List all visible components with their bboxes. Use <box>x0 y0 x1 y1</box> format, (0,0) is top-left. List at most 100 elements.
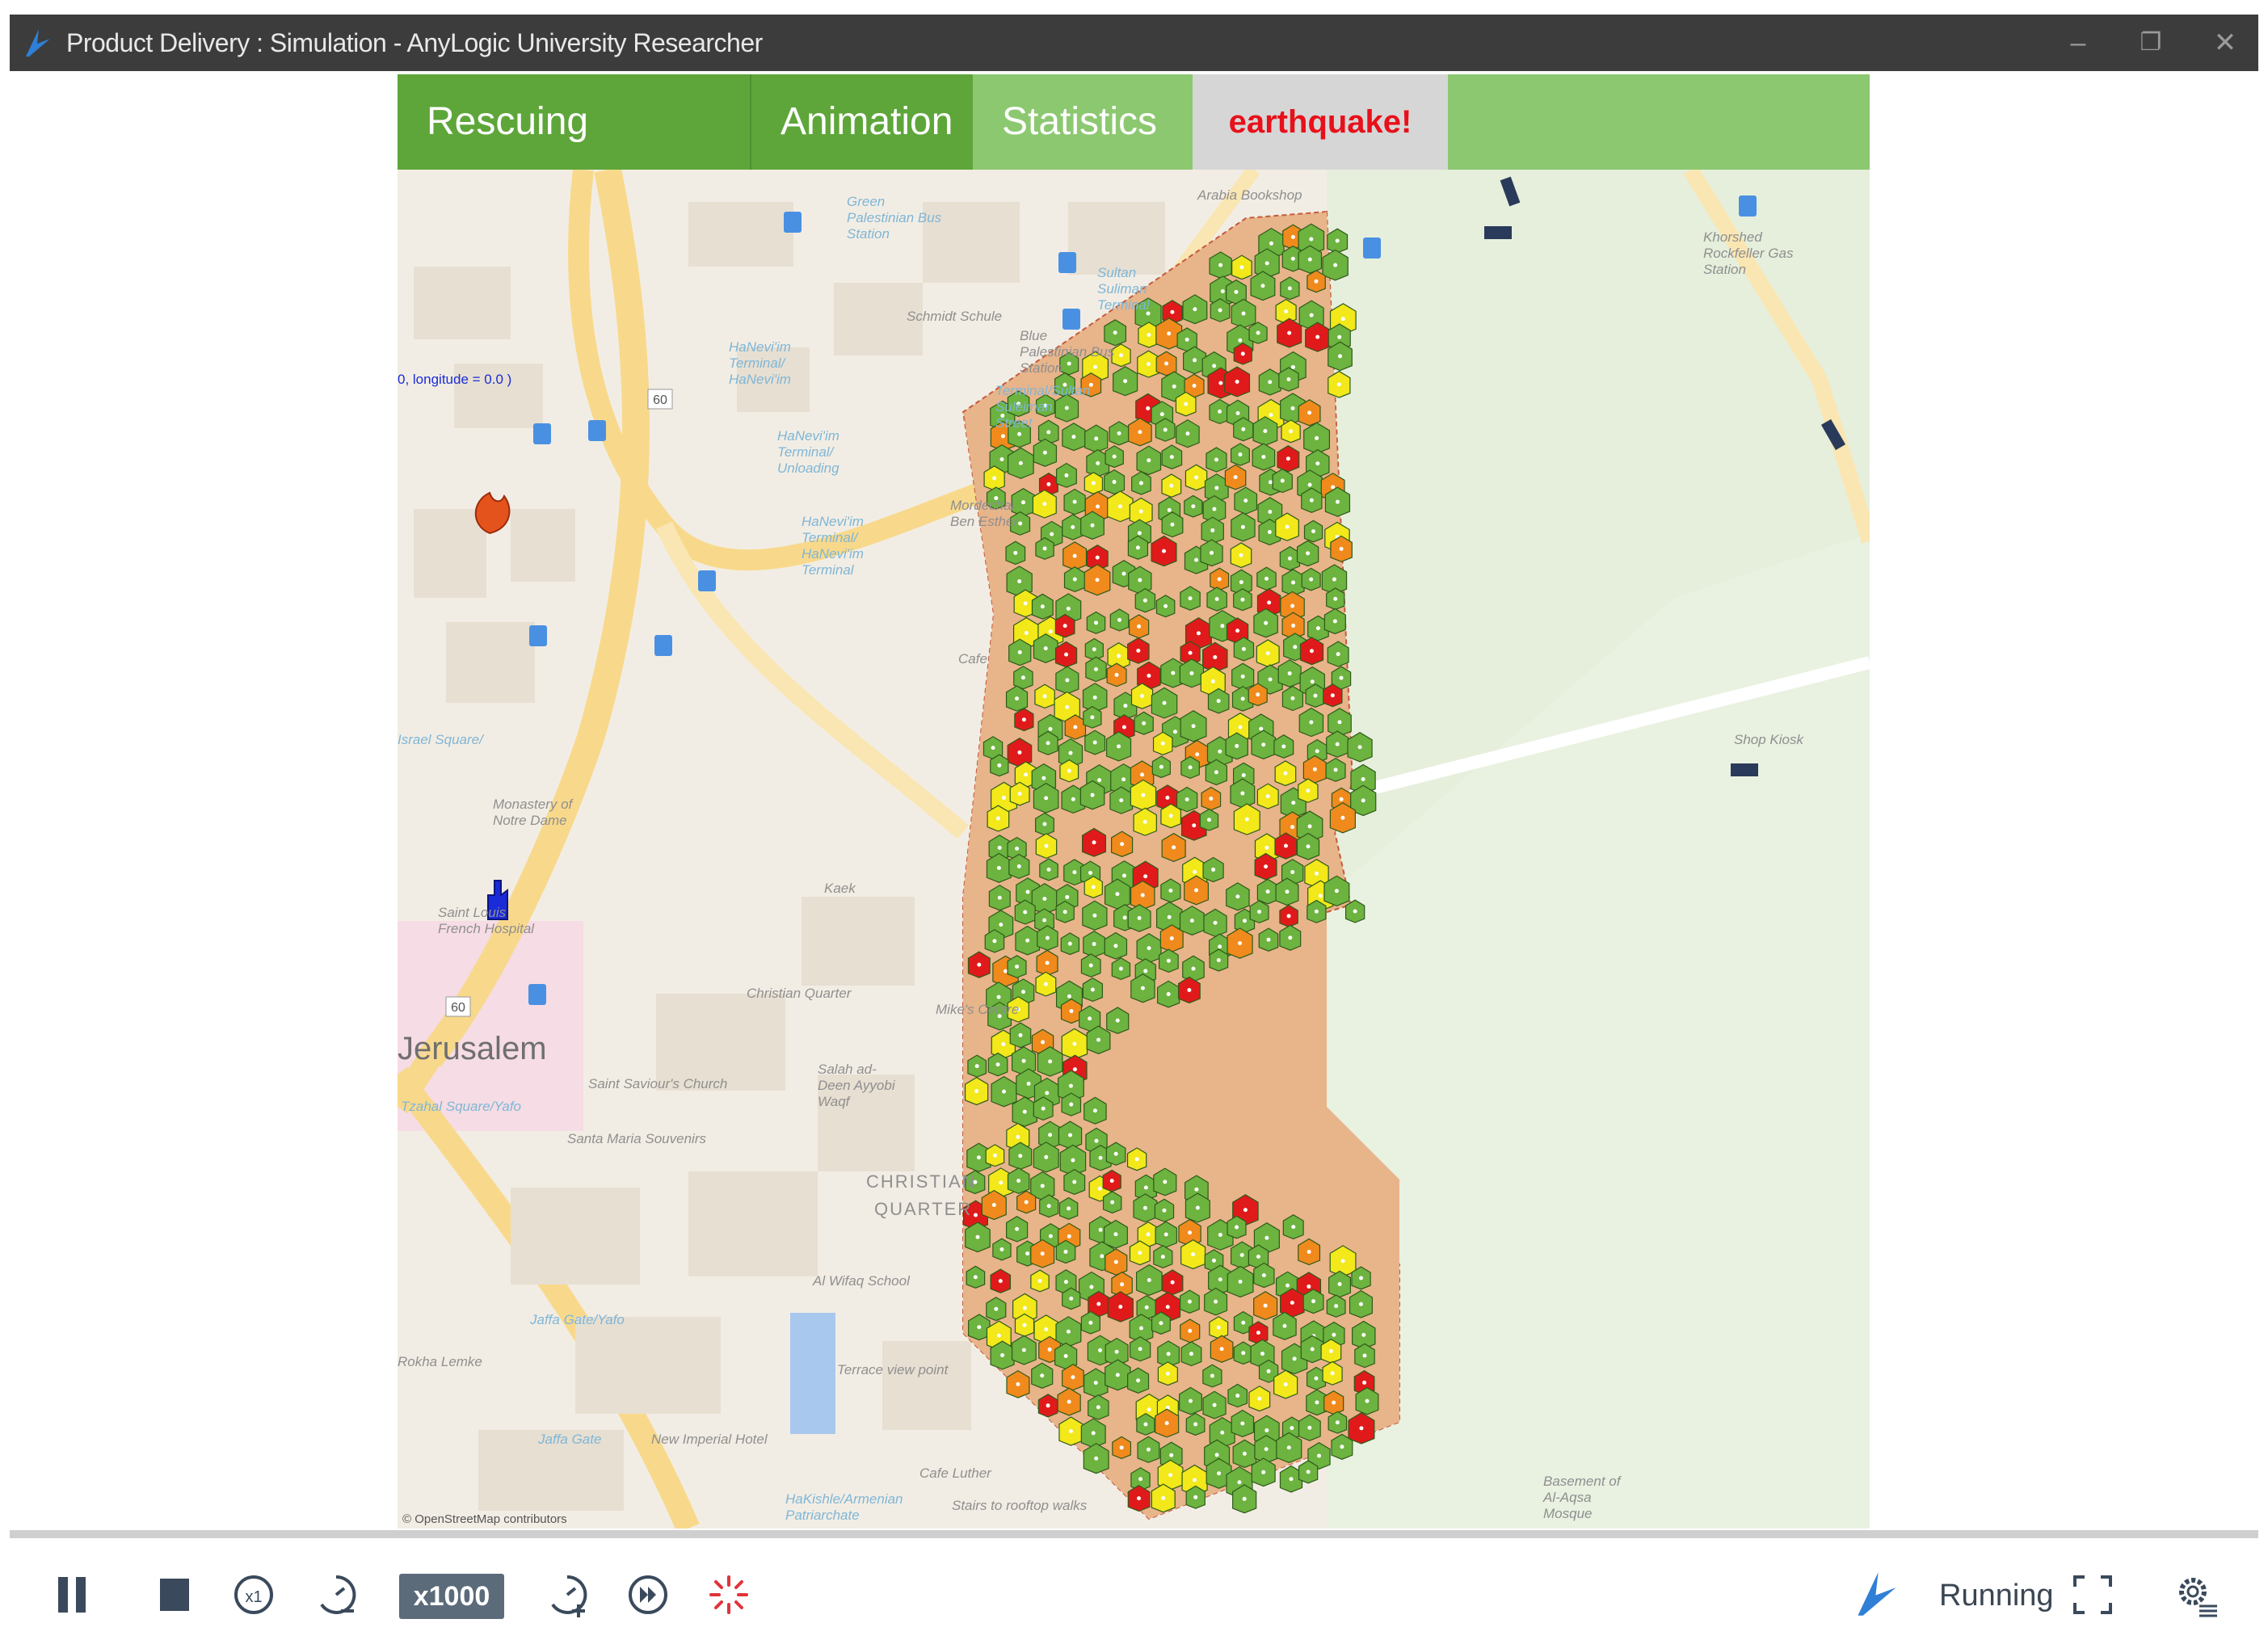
building-occupant-dot <box>1210 1373 1214 1378</box>
building-occupant-dot <box>1268 510 1273 515</box>
building-occupant-dot <box>1191 1252 1196 1257</box>
building-occupant-dot <box>1281 744 1286 749</box>
map-view[interactable]: 60 60 0, longitude = 0.0 ) Jerusalem CHR… <box>398 170 1870 1529</box>
run-fastest-icon[interactable] <box>624 1571 672 1619</box>
tab-statistics[interactable]: Statistics <box>973 74 1196 170</box>
building-occupant-dot <box>1041 1106 1046 1111</box>
building-occupant-dot <box>1048 1059 1053 1064</box>
building-occupant-dot <box>1285 524 1290 529</box>
stop-icon[interactable] <box>150 1571 199 1619</box>
speed-up-icon[interactable] <box>543 1571 591 1619</box>
building-occupant-dot <box>1090 715 1095 720</box>
building-occupant-dot <box>1169 483 1174 488</box>
place-label: HaNevi'im Terminal/ HaNevi'im Terminal <box>802 514 864 578</box>
building-occupant-dot <box>1362 1380 1367 1385</box>
building-occupant-dot <box>1188 1230 1193 1235</box>
tab-animation[interactable]: Animation <box>750 74 973 170</box>
building-occupant-dot <box>1048 1234 1053 1238</box>
building-occupant-dot <box>1235 1225 1239 1230</box>
building-occupant-dot <box>1260 1352 1264 1356</box>
building-occupant-dot <box>1311 1299 1316 1304</box>
building-occupant-dot <box>1313 693 1318 698</box>
building-occupant-dot <box>1117 431 1121 435</box>
realtime-scale-icon[interactable]: x1 <box>229 1571 278 1619</box>
building-occupant-dot <box>1188 1398 1193 1403</box>
building-occupant-dot <box>1064 473 1069 477</box>
building-occupant-dot <box>1240 597 1245 602</box>
speed-indicator[interactable]: x1000 <box>399 1574 504 1619</box>
building-occupant-dot <box>999 1247 1004 1252</box>
building-occupant-dot <box>1120 842 1125 847</box>
place-label: Shop Kiosk <box>1734 732 1803 747</box>
fullscreen-icon[interactable] <box>2068 1571 2117 1619</box>
coordinate-readout: 0, longitude = 0.0 ) <box>398 372 512 387</box>
building-occupant-dot <box>1218 1277 1222 1282</box>
building-occupant-dot <box>1189 918 1194 923</box>
building-occupant-dot <box>1068 1429 1073 1434</box>
building-occupant-dot <box>1137 531 1142 536</box>
building-occupant-dot <box>1117 617 1122 622</box>
building-occupant-dot <box>1240 1421 1245 1426</box>
building-occupant-dot <box>1241 772 1246 777</box>
building-occupant-dot <box>1261 1470 1266 1474</box>
building-occupant-dot <box>1118 1304 1123 1309</box>
building-occupant-dot <box>1168 814 1173 818</box>
building-occupant-dot <box>1213 655 1218 660</box>
building-occupant-dot <box>1071 525 1075 530</box>
simulation-controls: x1 x1000 Running <box>0 1538 2268 1640</box>
building-occupant-dot <box>1333 596 1338 601</box>
building-occupant-dot <box>1170 1280 1175 1285</box>
building-occupant-dot <box>1269 412 1273 417</box>
building-occupant-dot <box>1090 793 1095 797</box>
building-occupant-dot <box>1042 502 1047 507</box>
building-occupant-dot <box>1193 307 1197 312</box>
building-occupant-dot <box>1138 1477 1143 1482</box>
building-occupant-dot <box>975 1234 980 1239</box>
building-occupant-dot <box>1093 1381 1098 1386</box>
building-occupant-dot <box>1311 529 1316 534</box>
building-occupant-dot <box>1359 1426 1364 1431</box>
building-occupant-dot <box>1243 1208 1248 1213</box>
building-occupant-dot <box>1336 382 1341 387</box>
building-occupant-dot <box>1138 430 1142 435</box>
place-label: Cafe <box>958 651 987 667</box>
building-occupant-dot <box>1314 279 1319 284</box>
simulation-frame: Rescuing Animation Statistics earthquake… <box>398 74 1870 1529</box>
building-occupant-dot <box>1184 402 1189 406</box>
building-occupant-dot <box>992 939 997 944</box>
building-occupant-dot <box>1000 434 1005 439</box>
building-occupant-dot <box>1265 889 1270 894</box>
building-occupant-dot <box>1217 1471 1222 1476</box>
building-occupant-dot <box>1147 1277 1151 1282</box>
building-occupant-dot <box>1192 384 1197 389</box>
svg-text:x1: x1 <box>245 1588 262 1606</box>
building-occupant-dot <box>1169 1453 1174 1457</box>
building-occupant-dot <box>1359 1276 1364 1280</box>
map-attribution: © OpenStreetMap contributors <box>402 1512 567 1526</box>
building-occupant-dot <box>1136 648 1141 653</box>
place-label: Kaek <box>824 881 856 896</box>
building-occupant-dot <box>1315 435 1319 440</box>
building-occupant-dot <box>1138 481 1143 486</box>
settings-gear-icon[interactable] <box>2172 1571 2220 1619</box>
building-occupant-dot <box>1309 720 1314 725</box>
building-occupant-dot <box>974 1213 978 1217</box>
building-occupant-dot <box>1307 1425 1312 1430</box>
building-occupant-dot <box>1283 771 1288 776</box>
building-occupant-dot <box>1115 892 1120 897</box>
pause-icon[interactable] <box>50 1571 99 1619</box>
building-occupant-dot <box>1306 551 1311 556</box>
earthquake-button[interactable]: earthquake! <box>1193 74 1448 170</box>
close-button[interactable]: ✕ <box>2201 23 2249 63</box>
place-label: Arabia Bookshop <box>1197 187 1302 203</box>
tab-rescuing[interactable]: Rescuing <box>398 74 750 170</box>
building-occupant-dot <box>1240 791 1245 796</box>
building-occupant-dot <box>1165 1371 1170 1376</box>
building-occupant-dot <box>1261 742 1266 747</box>
slow-down-icon[interactable] <box>312 1571 360 1619</box>
building-occupant-dot <box>1256 1255 1260 1259</box>
restore-button[interactable]: ❐ <box>2127 23 2175 63</box>
building-occupant-dot <box>1089 1285 1094 1289</box>
building-occupant-dot <box>1307 824 1312 829</box>
minimize-button[interactable]: – <box>2054 23 2102 63</box>
